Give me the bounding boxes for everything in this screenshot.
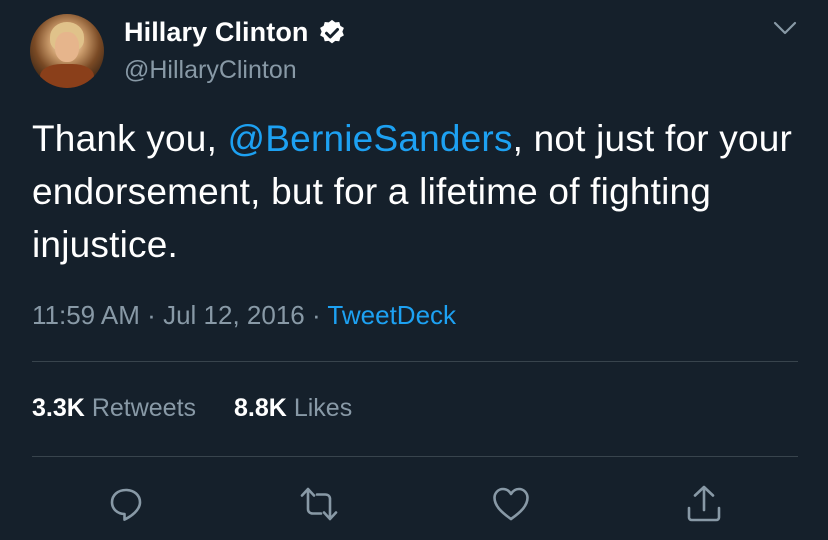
likes-count: 8.8K bbox=[234, 394, 287, 422]
avatar[interactable] bbox=[30, 14, 104, 88]
meta-separator: · bbox=[147, 300, 156, 330]
avatar-coat bbox=[40, 64, 94, 88]
retweets-count: 3.3K bbox=[32, 394, 85, 422]
divider bbox=[32, 361, 798, 362]
tweet-text-start: Thank you, bbox=[32, 118, 228, 159]
retweets-label: Retweets bbox=[91, 394, 197, 422]
retweet-icon[interactable] bbox=[299, 484, 339, 524]
author-handle[interactable]: @HillaryClinton bbox=[124, 56, 297, 85]
retweets-stat[interactable]: 3.3K Retweets bbox=[32, 394, 196, 423]
like-icon[interactable] bbox=[491, 484, 531, 524]
display-name[interactable]: Hillary Clinton bbox=[124, 17, 309, 48]
share-icon[interactable] bbox=[684, 484, 724, 524]
tweet-source-link[interactable]: TweetDeck bbox=[327, 300, 456, 330]
tweet-stats: 3.3K Retweets 8.8K Likes bbox=[32, 394, 390, 423]
mention-link[interactable]: @BernieSanders bbox=[228, 118, 513, 159]
likes-label: Likes bbox=[293, 394, 353, 422]
likes-stat[interactable]: 8.8K Likes bbox=[234, 394, 352, 423]
verified-badge-icon bbox=[319, 19, 344, 43]
tweet-text: Thank you, @BernieSanders, not just for … bbox=[32, 112, 802, 271]
reply-icon[interactable] bbox=[106, 484, 146, 524]
tweet-time[interactable]: 11:59 AM bbox=[32, 300, 140, 330]
chevron-down-icon[interactable] bbox=[772, 18, 798, 38]
meta-separator: · bbox=[311, 300, 321, 330]
avatar-face bbox=[55, 32, 79, 62]
author-name-row[interactable]: Hillary Clinton bbox=[124, 17, 347, 48]
divider bbox=[32, 456, 798, 457]
tweet-date[interactable]: Jul 12, 2016 bbox=[163, 300, 305, 330]
tweet-meta: 11:59 AM · Jul 12, 2016 · TweetDeck bbox=[32, 300, 456, 331]
